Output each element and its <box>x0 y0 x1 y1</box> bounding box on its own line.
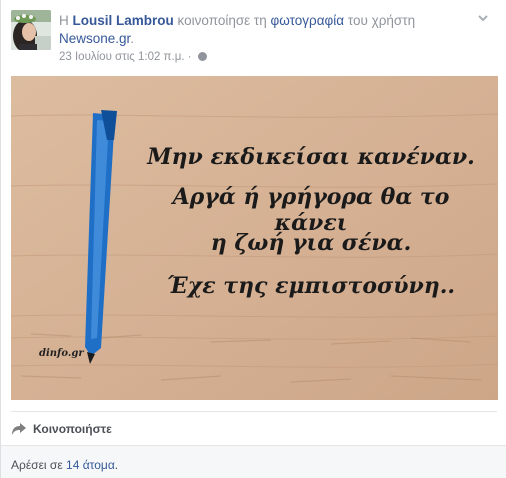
action-divider <box>11 411 497 412</box>
image-watermark: dinfo.gr <box>39 348 84 359</box>
source-link[interactable]: Newsone.gr <box>59 31 130 46</box>
photo-link[interactable]: φωτογραφία <box>271 13 345 28</box>
shared-photo[interactable]: Μην εκδικείσαι κανέναν. Αργά ή γρήγορα θ… <box>11 76 498 400</box>
post-card: Η Lousil Lambrou κοινοποίησε τη φωτογραφ… <box>0 0 506 478</box>
quote-line-1: Μην εκδικείσαι κανέναν. <box>147 144 475 170</box>
likes-count-link[interactable]: 14 άτομα <box>66 458 115 472</box>
headline-suffix: . <box>130 31 135 46</box>
quote-line-4: Έχε της εμπιστοσύνη.. <box>166 273 456 299</box>
quote-line-2: Αργά ή γρήγορα θα το κάνει <box>172 184 450 236</box>
headline-prefix: Η <box>59 13 69 28</box>
likes-suffix: . <box>114 458 119 472</box>
share-arrow-icon <box>12 423 26 435</box>
headline-action: κοινοποίησε τη <box>177 13 267 28</box>
avatar[interactable] <box>11 10 51 50</box>
headline-connector: του χρήστη <box>347 13 416 28</box>
timestamp-link[interactable]: 23 Ιουλίου στις 1:02 π.μ. <box>59 51 185 63</box>
quote-line-3: η ζωή για σένα. <box>210 230 412 256</box>
share-button[interactable]: Κοινοποιήστε <box>11 419 112 439</box>
post-headline: Η Lousil Lambrou κοινοποίησε τη φωτογραφ… <box>59 12 479 48</box>
globe-icon <box>197 52 207 61</box>
likes-bar: Αρέσει σε 14 άτομα. <box>1 445 506 478</box>
likes-prefix: Αρέσει σε <box>11 458 63 472</box>
post-header: Η Lousil Lambrou κοινοποίησε τη φωτογραφ… <box>11 10 497 66</box>
author-link[interactable]: Lousil Lambrou <box>73 13 174 28</box>
share-label: Κοινοποιήστε <box>33 422 112 436</box>
post-meta: 23 Ιουλίου στις 1:02 π.μ. · <box>59 51 207 63</box>
meta-separator: · <box>187 51 192 63</box>
chevron-down-icon[interactable] <box>477 12 491 26</box>
